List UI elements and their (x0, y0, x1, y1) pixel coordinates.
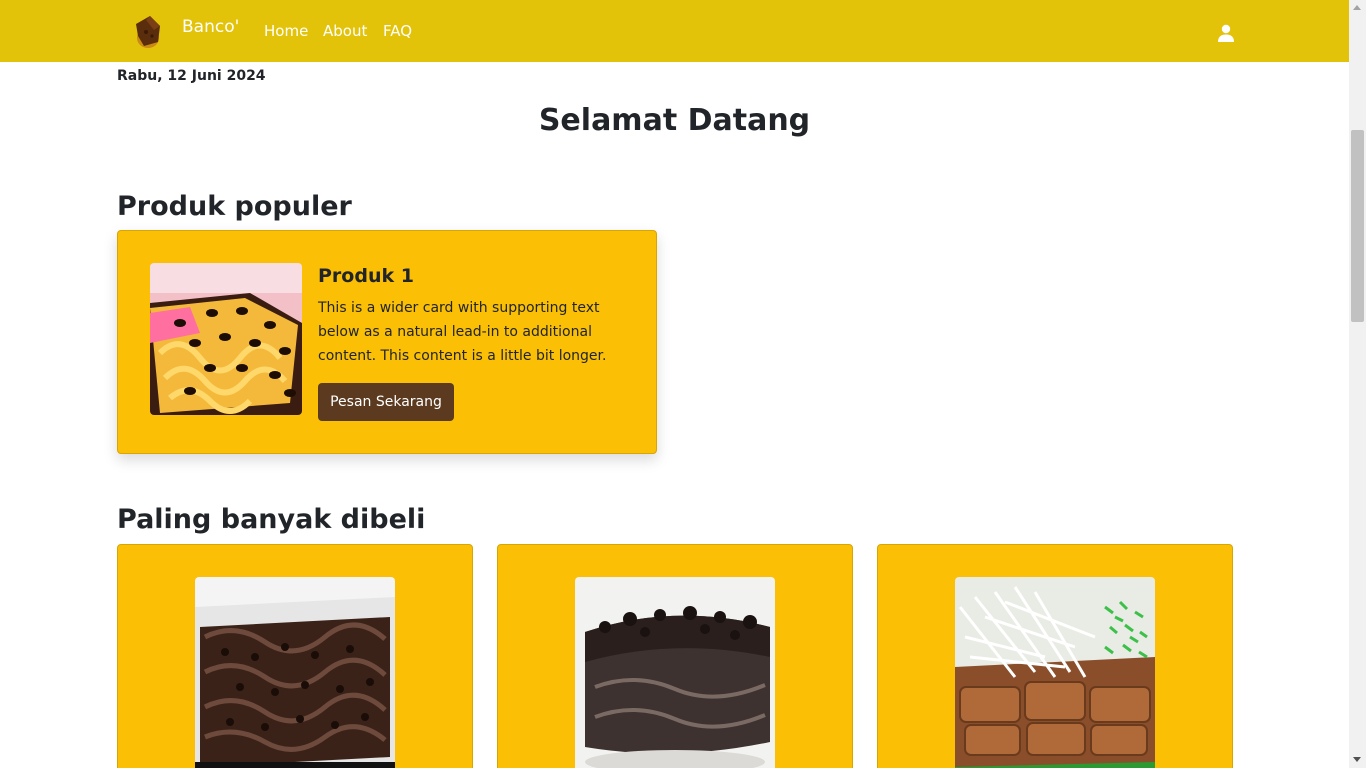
current-date: Rabu, 12 Juni 2024 (117, 68, 266, 84)
product-description: This is a wider card with supporting tex… (318, 300, 607, 364)
best-seller-card-1[interactable] (117, 544, 473, 768)
page-scrollbar[interactable] (1349, 0, 1366, 768)
popular-section-title: Produk populer (117, 191, 352, 222)
scroll-up-icon[interactable] (1353, 5, 1361, 10)
nav-about[interactable]: About (323, 22, 367, 40)
user-icon[interactable] (1216, 23, 1236, 43)
order-now-button[interactable]: Pesan Sekarang (318, 383, 454, 421)
scroll-down-icon[interactable] (1353, 757, 1361, 762)
chocolate-bite-logo[interactable] (130, 12, 166, 50)
product-image (150, 263, 302, 415)
product-name: Produk 1 (318, 265, 414, 287)
best-seller-image-3 (955, 577, 1155, 768)
best-seller-card-2[interactable] (497, 544, 853, 768)
brand-name[interactable]: Banco' (182, 17, 239, 37)
best-seller-image-1 (195, 577, 395, 768)
best-seller-card-3[interactable] (877, 544, 1233, 768)
popular-product-card: Produk 1 This is a wider card with suppo… (117, 230, 657, 454)
best-seller-image-2 (575, 577, 775, 768)
nav-home[interactable]: Home (264, 22, 308, 40)
nav-faq[interactable]: FAQ (383, 22, 412, 40)
welcome-title: Selamat Datang (538, 103, 811, 138)
scrollbar-thumb[interactable] (1351, 130, 1364, 322)
navbar: Banco' Home About FAQ (0, 0, 1349, 62)
best-sellers-section-title: Paling banyak dibeli (117, 504, 426, 535)
